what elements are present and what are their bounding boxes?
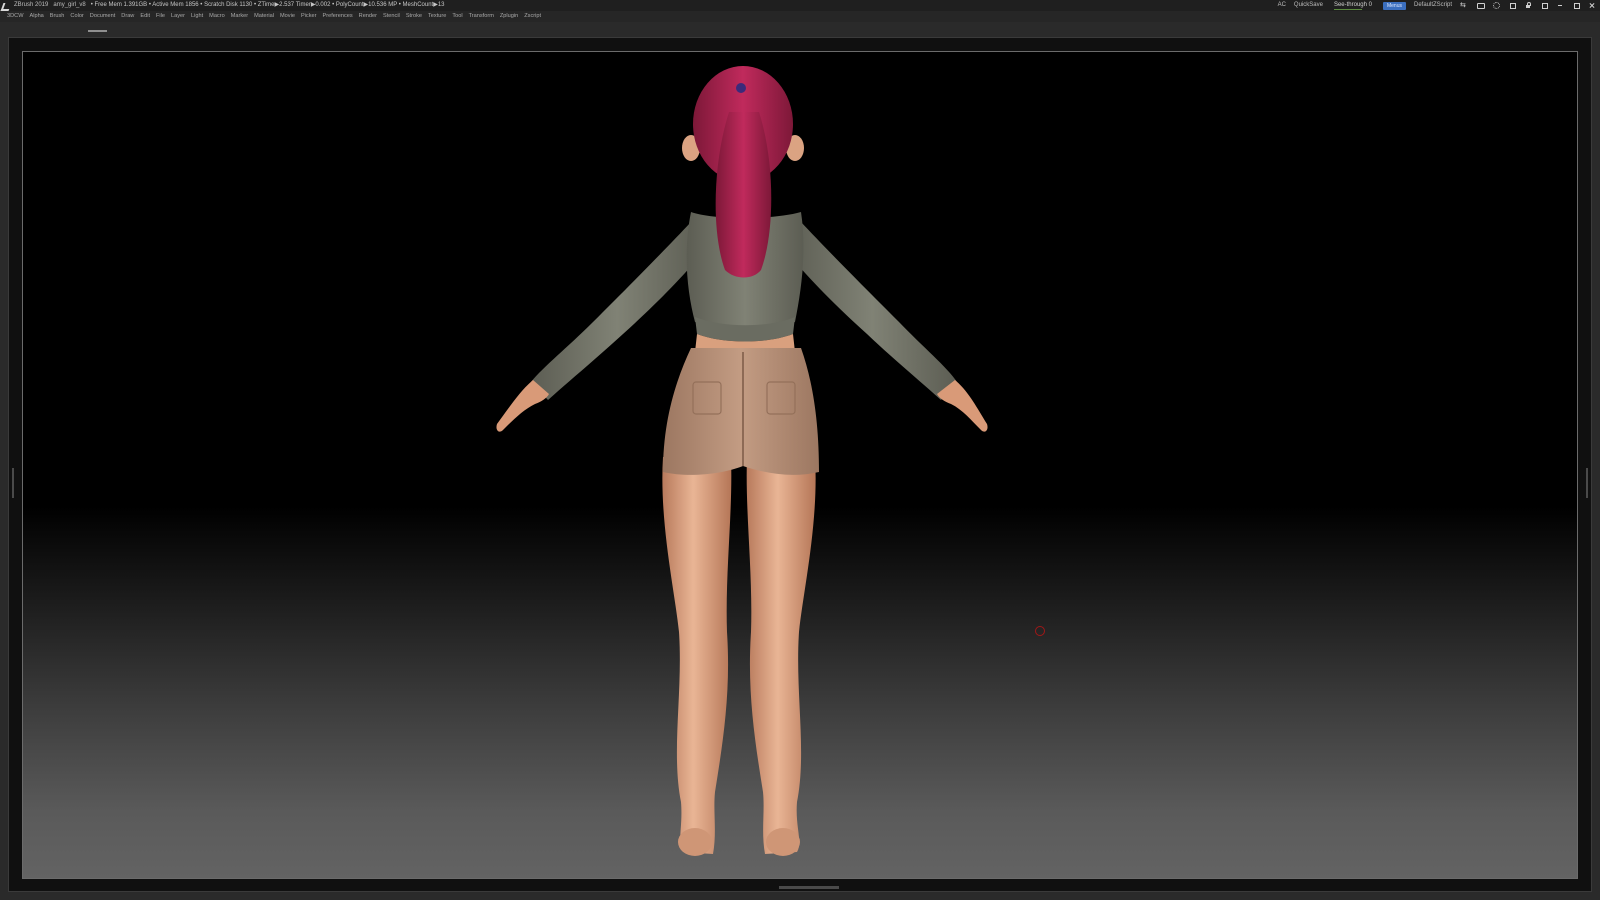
right-arm-sleeve — [787, 222, 957, 400]
default-zscript-button[interactable]: DefaultZScript — [1414, 0, 1452, 11]
zbrush-logo-icon — [2, 2, 9, 9]
menu-layer[interactable]: Layer — [171, 11, 185, 22]
menu-edit[interactable]: Edit — [140, 11, 150, 22]
top-shelf — [0, 22, 1600, 37]
menu-draw[interactable]: Draw — [121, 11, 134, 22]
menu-macro[interactable]: Macro — [209, 11, 225, 22]
see-through-label: See-through 0 — [1333, 2, 1372, 8]
left-arm-sleeve — [531, 222, 703, 400]
right-foot — [766, 828, 800, 856]
bottom-tray-handle[interactable] — [779, 886, 839, 889]
menu-stroke[interactable]: Stroke — [406, 11, 422, 22]
left-leg — [662, 457, 732, 854]
layout-icon[interactable] — [1508, 2, 1516, 9]
menu-marker[interactable]: Marker — [231, 11, 248, 22]
character-model — [496, 66, 988, 856]
menu-color[interactable]: Color — [70, 11, 83, 22]
document-viewport[interactable] — [22, 51, 1578, 879]
gear-icon[interactable] — [1492, 2, 1500, 9]
menu-render[interactable]: Render — [359, 11, 377, 22]
menus-toggle-button[interactable]: Menus — [1382, 1, 1406, 10]
menu-document[interactable]: Document — [90, 11, 116, 22]
close-icon[interactable] — [1588, 2, 1596, 9]
menu-material[interactable]: Material — [254, 11, 274, 22]
ac-button[interactable]: AC — [1278, 0, 1286, 11]
menu-light[interactable]: Light — [191, 11, 203, 22]
menu-bar: 3DCW Alpha Brush Color Document Draw Edi… — [0, 11, 1600, 22]
swap-icon[interactable] — [1460, 0, 1468, 11]
menu-transform[interactable]: Transform — [469, 11, 494, 22]
menu-movie[interactable]: Movie — [280, 11, 295, 22]
menu-stencil[interactable]: Stencil — [383, 11, 400, 22]
shelf-handle[interactable] — [88, 30, 107, 32]
ponytail — [715, 112, 772, 278]
left-tray-handle[interactable] — [12, 468, 14, 498]
menu-texture[interactable]: Texture — [428, 11, 446, 22]
minimize-icon[interactable] — [1556, 2, 1564, 9]
right-tray-handle[interactable] — [1586, 468, 1588, 498]
lock-icon[interactable] — [1524, 2, 1532, 9]
quicksave-button[interactable]: QuickSave — [1294, 0, 1323, 11]
hair-tie — [736, 83, 746, 93]
menu-picker[interactable]: Picker — [301, 11, 317, 22]
menu-brush[interactable]: Brush — [50, 11, 65, 22]
memory-stats: • Free Mem 1.391GB • Active Mem 1856 • S… — [90, 2, 445, 8]
right-leg — [746, 457, 816, 854]
shorts — [663, 348, 819, 475]
camera-icon[interactable] — [1476, 2, 1485, 9]
legs — [662, 457, 816, 856]
menu-preferences[interactable]: Preferences — [322, 11, 352, 22]
menu-3dcw[interactable]: 3DCW — [7, 11, 23, 22]
canvas-area[interactable] — [8, 37, 1592, 892]
menu-zscript[interactable]: Zscript — [524, 11, 541, 22]
menu-zplugin[interactable]: Zplugin — [500, 11, 518, 22]
see-through-bar — [1333, 9, 1362, 10]
restore-icon[interactable] — [1540, 2, 1548, 9]
menu-alpha[interactable]: Alpha — [29, 11, 43, 22]
maximize-icon[interactable] — [1572, 2, 1580, 9]
zbrush-window: ZBrush 2019 amy_girl_v8 • Free Mem 1.391… — [0, 0, 1600, 900]
left-foot — [678, 828, 712, 856]
see-through-slider[interactable]: See-through 0 — [1331, 0, 1375, 11]
menu-file[interactable]: File — [156, 11, 165, 22]
file-name: amy_girl_v8 — [53, 2, 86, 8]
app-title: ZBrush 2019 — [14, 2, 49, 8]
brush-cursor-icon — [1035, 626, 1045, 636]
left-hand — [496, 380, 549, 432]
title-bar: ZBrush 2019 amy_girl_v8 • Free Mem 1.391… — [0, 0, 1600, 11]
menu-tool[interactable]: Tool — [452, 11, 462, 22]
